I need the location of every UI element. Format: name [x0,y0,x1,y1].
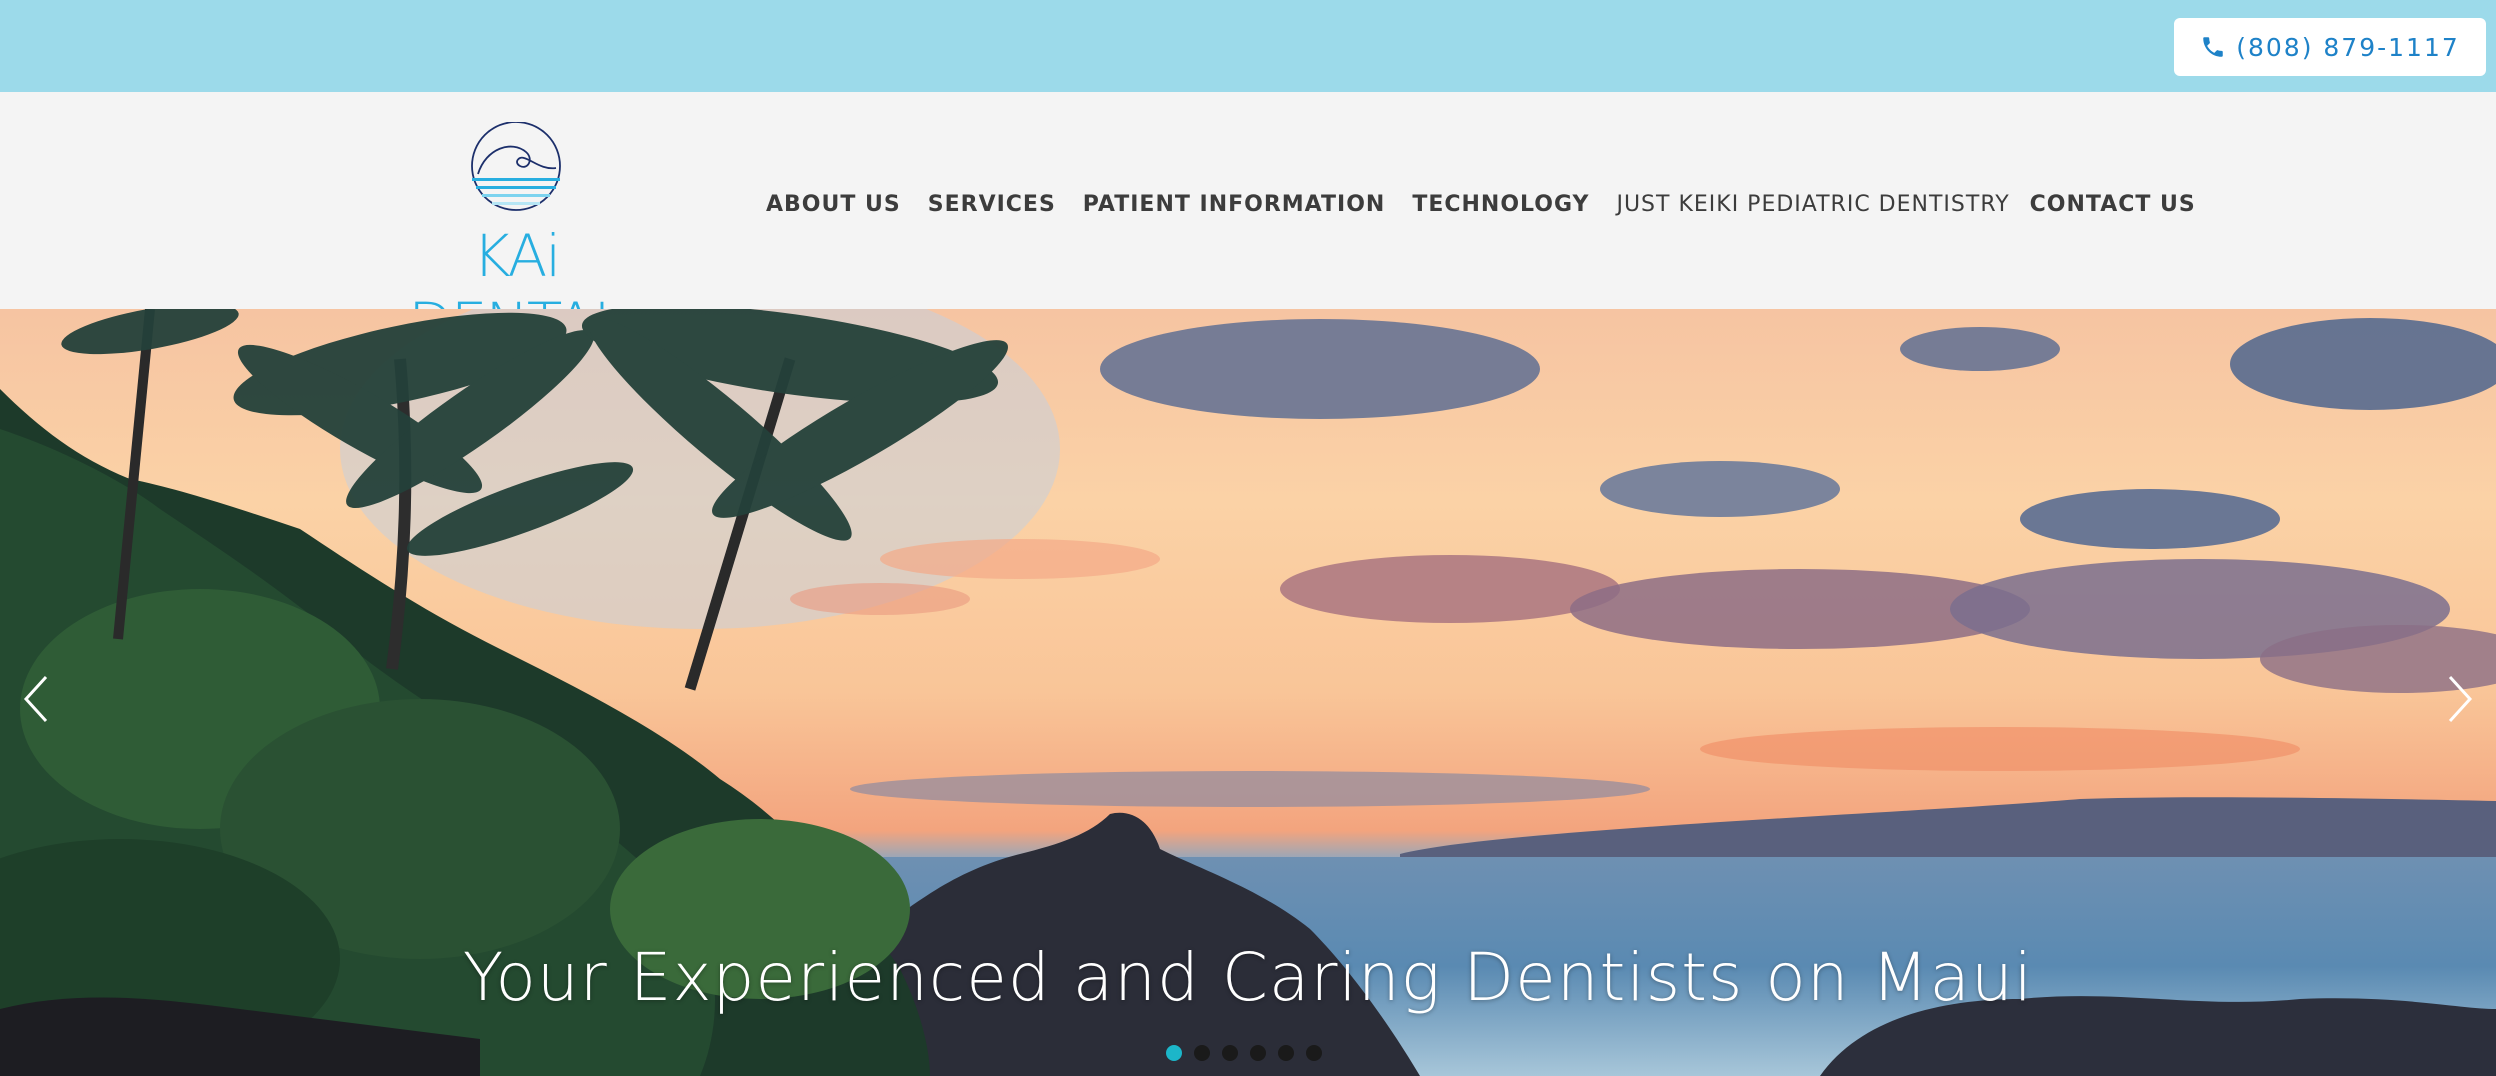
nav-contact-us[interactable]: CONTACT US [2030,192,2196,217]
slider-dot-2[interactable] [1194,1045,1210,1061]
chevron-left-icon[interactable] [18,669,58,729]
slider-dot-3[interactable] [1222,1045,1238,1061]
nav-services[interactable]: SERVICES [928,192,1056,217]
top-bar: (808) 879-1117 [0,0,2496,92]
slider-dots [1166,1045,1322,1061]
slider-dot-4[interactable] [1250,1045,1266,1061]
nav-technology[interactable]: TECHNOLOGY [1412,192,1589,217]
chevron-right-icon[interactable] [2438,669,2478,729]
phone-number: (808) 879-1117 [2236,32,2460,62]
nav-just-keiki-pediatric-dentistry[interactable]: JUST KEIKI PEDIATRIC DENTISTRY [1616,192,2009,217]
nav-about-us[interactable]: ABOUT US [766,192,901,217]
phone-button[interactable]: (808) 879-1117 [2174,18,2486,76]
nav-patient-information[interactable]: PATIENT INFORMATION [1083,192,1386,217]
main-nav: ABOUT US SERVICES PATIENT INFORMATION TE… [766,184,2223,224]
wave-logo-icon [471,122,561,211]
logo[interactable]: KAi DENTAL [368,122,664,358]
hero-slider: Your Experienced and Caring Dentists on … [0,309,2496,1076]
site-header: KAi DENTAL ABOUT US SERVICES PATIENT INF… [0,92,2496,358]
slider-dot-6[interactable] [1306,1045,1322,1061]
slider-dot-1[interactable] [1166,1045,1182,1061]
phone-icon [2203,37,2223,57]
slider-dot-5[interactable] [1278,1045,1294,1061]
hero-caption: Your Experienced and Caring Dentists on … [462,939,2034,1016]
